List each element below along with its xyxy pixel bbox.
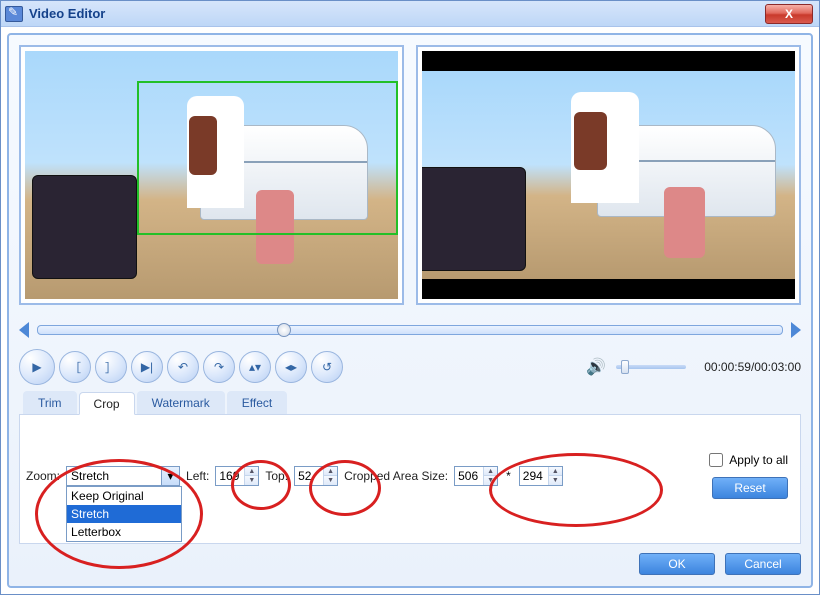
left-input-field[interactable] (216, 469, 244, 483)
playback-controls: ▶ ［ ］ ▶| ↶ ↷ ▴▾ ◂▸ ↺ 🔊 00:00:59/00:03:00 (19, 347, 801, 387)
rotate-right-icon: ↷ (214, 360, 224, 374)
flip-horizontal-button[interactable]: ◂▸ (275, 351, 307, 383)
top-input-field[interactable] (295, 469, 323, 483)
left-spin-down[interactable]: ▼ (245, 476, 258, 485)
apply-to-all-input[interactable] (709, 453, 723, 467)
bracket-close-icon: ］ (105, 359, 117, 376)
video-editor-window: Video Editor X (0, 0, 820, 595)
rotate-left-button[interactable]: ↶ (167, 351, 199, 383)
zoom-dropdown: Keep Original Stretch Letterbox (66, 486, 182, 542)
tab-watermark[interactable]: Watermark (137, 391, 225, 414)
height-input-field[interactable] (520, 469, 548, 483)
zoom-select-value: Stretch (67, 469, 161, 483)
top-label: Top: (265, 469, 288, 483)
preview-row (19, 45, 801, 305)
app-icon (5, 6, 23, 22)
bracket-open-icon: ［ (69, 359, 81, 376)
time-current: 00:00:59 (704, 360, 751, 374)
cancel-button[interactable]: Cancel (725, 553, 801, 575)
undo-button[interactable]: ↺ (311, 351, 343, 383)
close-button[interactable]: X (765, 4, 813, 24)
zoom-option-keep-original[interactable]: Keep Original (67, 487, 181, 505)
time-display: 00:00:59/00:03:00 (704, 360, 801, 374)
tab-effect[interactable]: Effect (227, 391, 287, 414)
top-spin-up[interactable]: ▲ (324, 467, 337, 476)
seek-bar[interactable] (19, 317, 801, 343)
left-spin-up[interactable]: ▲ (245, 467, 258, 476)
crop-panel: Zoom: Stretch ▾ Keep Original Stretch Le… (19, 415, 801, 544)
inner-panel: ▶ ［ ］ ▶| ↶ ↷ ▴▾ ◂▸ ↺ 🔊 00:00:59/00:03:00… (7, 33, 813, 588)
source-preview-pane[interactable] (19, 45, 404, 305)
rotate-right-button[interactable]: ↷ (203, 351, 235, 383)
dialog-footer: OK Cancel (19, 550, 801, 578)
width-input-field[interactable] (455, 469, 483, 483)
left-input[interactable]: ▲▼ (215, 466, 259, 486)
chevron-down-icon: ▾ (168, 469, 174, 483)
multiply-symbol: * (506, 469, 511, 483)
undo-icon: ↺ (322, 360, 332, 374)
play-icon: ▶ (32, 360, 41, 374)
window-title: Video Editor (29, 6, 105, 21)
cancel-button-label: Cancel (744, 557, 781, 571)
zoom-option-stretch[interactable]: Stretch (67, 505, 181, 523)
play-button[interactable]: ▶ (19, 349, 55, 385)
height-spin-up[interactable]: ▲ (549, 467, 562, 476)
crop-rectangle[interactable] (137, 81, 398, 235)
close-icon: X (785, 7, 793, 21)
height-input[interactable]: ▲▼ (519, 466, 563, 486)
width-input[interactable]: ▲▼ (454, 466, 498, 486)
tab-trim[interactable]: Trim (23, 391, 77, 414)
top-input[interactable]: ▲▼ (294, 466, 338, 486)
ok-button[interactable]: OK (639, 553, 715, 575)
volume-thumb[interactable] (621, 360, 629, 374)
zoom-select[interactable]: Stretch ▾ Keep Original Stretch Letterbo… (66, 466, 180, 486)
content-area: ▶ ［ ］ ▶| ↶ ↷ ▴▾ ◂▸ ↺ 🔊 00:00:59/00:03:00… (1, 27, 819, 594)
apply-to-all-checkbox[interactable]: Apply to all (709, 453, 788, 467)
flip-vertical-button[interactable]: ▴▾ (239, 351, 271, 383)
seek-end-marker[interactable] (791, 322, 801, 338)
zoom-label: Zoom: (26, 469, 60, 483)
volume-icon[interactable]: 🔊 (586, 357, 606, 377)
flip-horizontal-icon: ◂▸ (285, 360, 297, 374)
top-spin-down[interactable]: ▼ (324, 476, 337, 485)
height-spin-down[interactable]: ▼ (549, 476, 562, 485)
tab-bar: Trim Crop Watermark Effect (19, 391, 801, 415)
output-preview-pane (416, 45, 801, 305)
titlebar: Video Editor X (1, 1, 819, 27)
area-label: Cropped Area Size: (344, 469, 448, 483)
volume-slider[interactable] (616, 365, 686, 369)
seek-start-marker[interactable] (19, 322, 29, 338)
width-spin-up[interactable]: ▲ (484, 467, 497, 476)
zoom-option-letterbox[interactable]: Letterbox (67, 523, 181, 541)
next-frame-button[interactable]: ▶| (131, 351, 163, 383)
mark-in-button[interactable]: ［ (59, 351, 91, 383)
apply-to-all-label: Apply to all (729, 453, 788, 467)
time-total: 00:03:00 (754, 360, 801, 374)
output-video-frame (422, 71, 795, 279)
reset-button-label: Reset (734, 481, 765, 495)
mark-out-button[interactable]: ］ (95, 351, 127, 383)
tab-crop[interactable]: Crop (79, 392, 135, 415)
left-label: Left: (186, 469, 209, 483)
ok-button-label: OK (668, 557, 685, 571)
seek-thumb[interactable] (277, 323, 291, 337)
rotate-left-icon: ↶ (178, 360, 188, 374)
width-spin-down[interactable]: ▼ (484, 476, 497, 485)
reset-button[interactable]: Reset (712, 477, 788, 499)
flip-vertical-icon: ▴▾ (249, 360, 261, 374)
step-forward-icon: ▶| (141, 360, 153, 374)
zoom-select-arrow[interactable]: ▾ (161, 467, 179, 485)
